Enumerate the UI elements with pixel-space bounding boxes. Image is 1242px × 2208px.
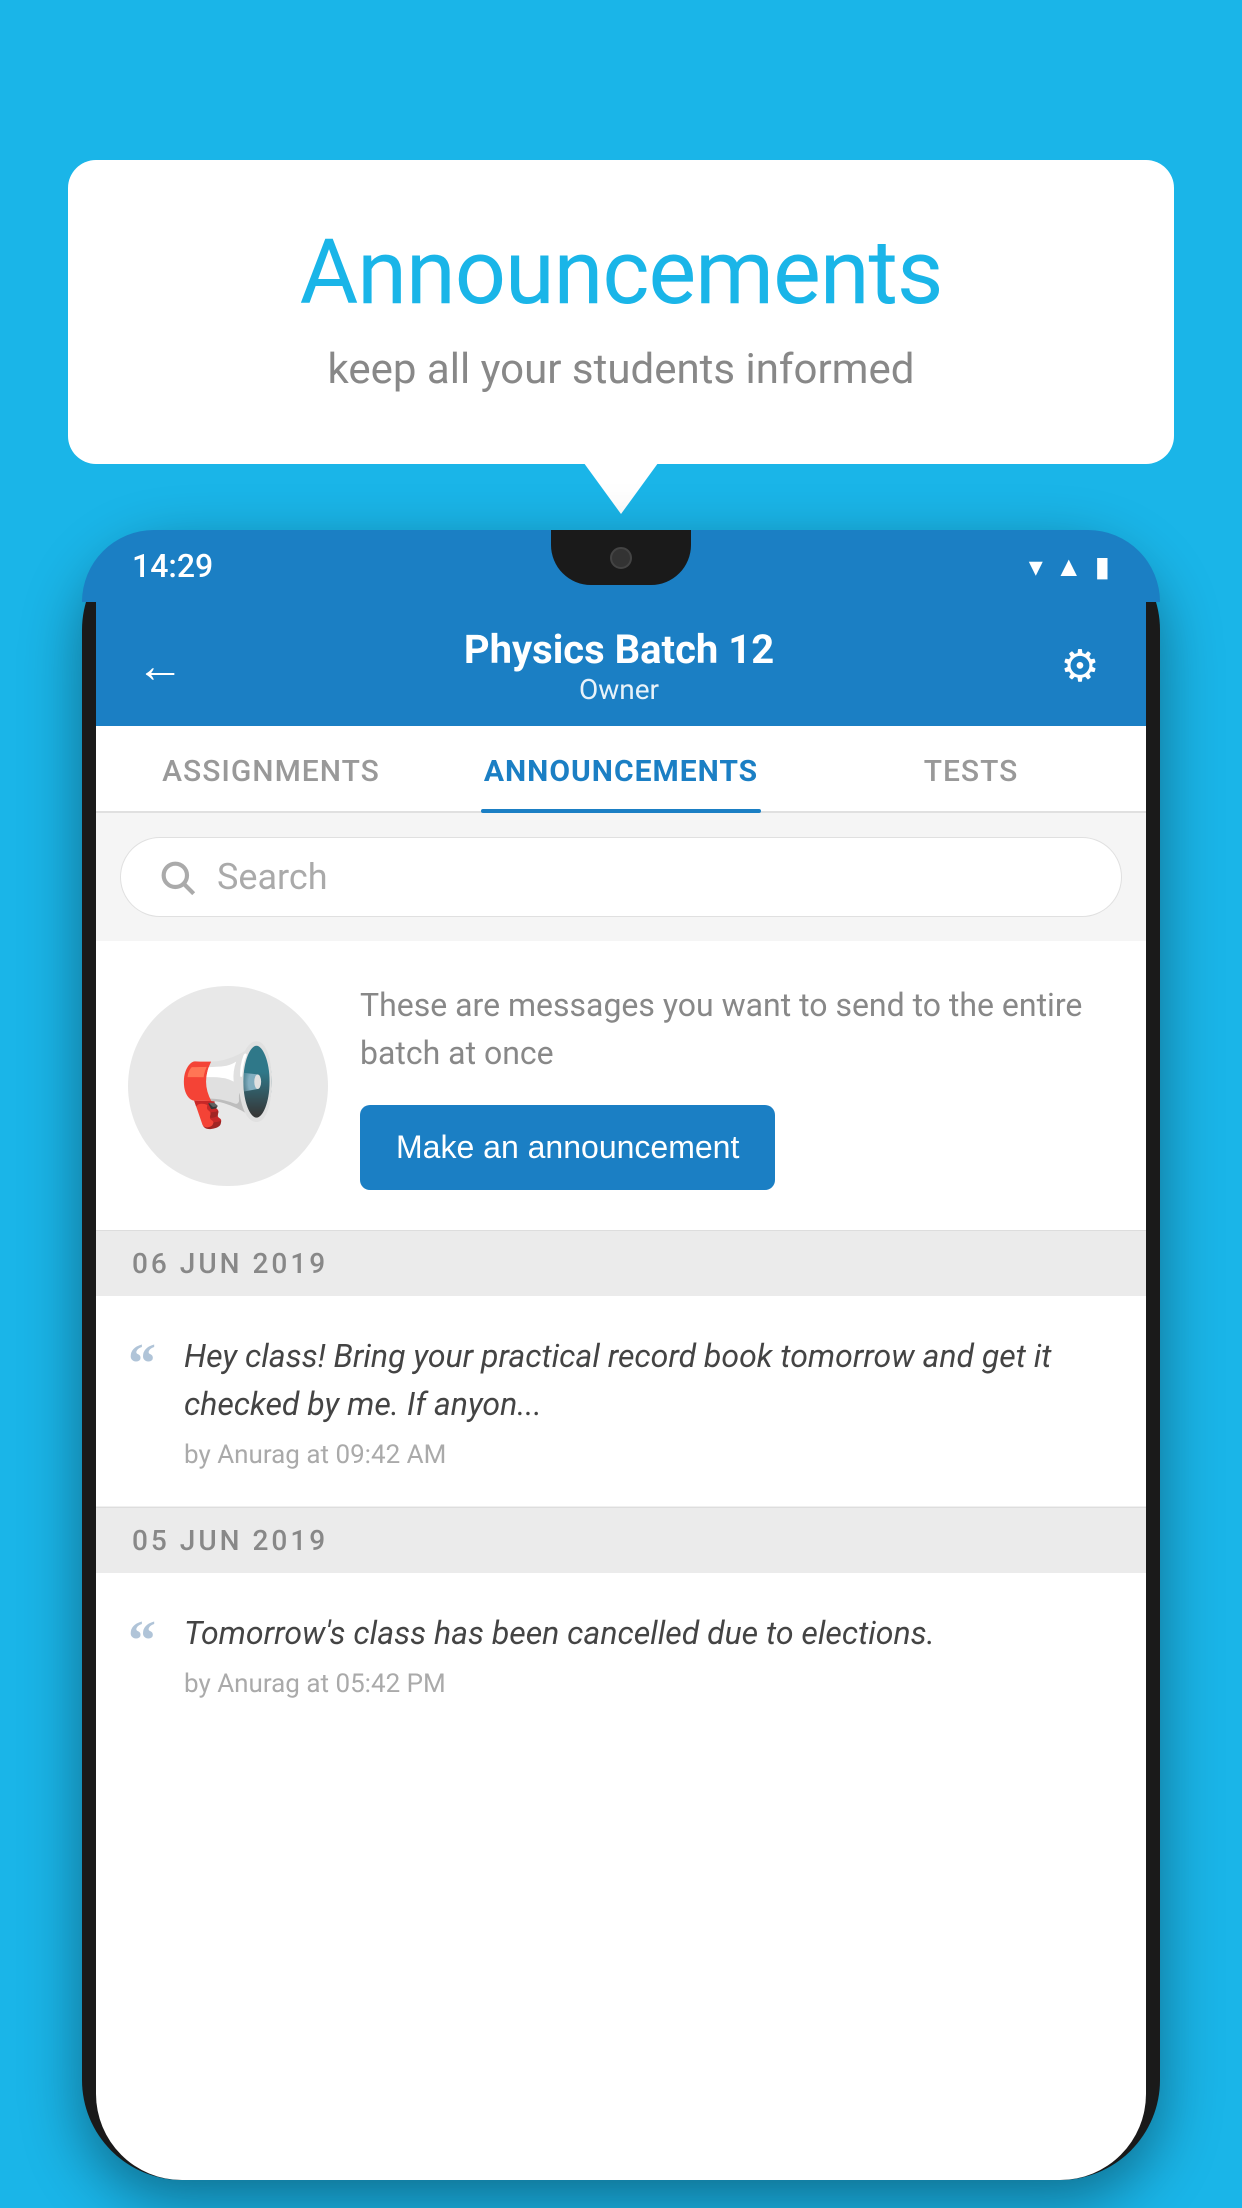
camera <box>610 547 632 569</box>
announcement-text-2: Tomorrow's class has been cancelled due … <box>184 1609 1114 1699</box>
phone-screen: ← Physics Batch 12 Owner ⚙ ASSIGNMENTS A… <box>96 602 1146 2180</box>
announcement-message-1: Hey class! Bring your practical record b… <box>184 1332 1114 1428</box>
back-button[interactable]: ← <box>136 642 184 690</box>
announcement-text-1: Hey class! Bring your practical record b… <box>184 1332 1114 1470</box>
speech-bubble-subtitle: keep all your students informed <box>148 345 1094 394</box>
battery-icon: ▮ <box>1095 550 1110 583</box>
tab-bar: ASSIGNMENTS ANNOUNCEMENTS TESTS <box>96 726 1146 813</box>
announcement-item-2[interactable]: “ Tomorrow's class has been cancelled du… <box>96 1573 1146 1735</box>
status-icons: ▾ ▲ ▮ <box>1029 550 1110 583</box>
announcement-message-2: Tomorrow's class has been cancelled due … <box>184 1609 1114 1657</box>
quote-icon-1: “ <box>128 1336 156 1392</box>
date-separator-1: 06 JUN 2019 <box>96 1230 1146 1296</box>
announce-description: These are messages you want to send to t… <box>360 981 1114 1077</box>
phone-frame: 14:29 ▾ ▲ ▮ ← Physics Batch 12 Owner ⚙ A… <box>82 530 1160 2180</box>
date-separator-2: 05 JUN 2019 <box>96 1507 1146 1573</box>
announcement-item-1[interactable]: “ Hey class! Bring your practical record… <box>96 1296 1146 1507</box>
header-title-group: Physics Batch 12 Owner <box>464 626 774 706</box>
status-bar: 14:29 ▾ ▲ ▮ <box>82 530 1160 602</box>
tab-announcements[interactable]: ANNOUNCEMENTS <box>446 726 796 811</box>
signal-icon: ▲ <box>1055 550 1083 583</box>
notch <box>551 530 691 585</box>
make-announcement-button[interactable]: Make an announcement <box>360 1105 775 1190</box>
batch-subtitle: Owner <box>464 673 774 706</box>
quote-icon-2: “ <box>128 1613 156 1669</box>
announcement-meta-1: by Anurag at 09:42 AM <box>184 1440 1114 1470</box>
megaphone-circle: 📢 <box>128 986 328 1186</box>
announce-right: These are messages you want to send to t… <box>360 981 1114 1190</box>
status-time: 14:29 <box>132 547 213 585</box>
announcement-meta-2: by Anurag at 05:42 PM <box>184 1669 1114 1699</box>
speech-bubble: Announcements keep all your students inf… <box>68 160 1174 464</box>
batch-title: Physics Batch 12 <box>464 626 774 673</box>
tab-assignments[interactable]: ASSIGNMENTS <box>96 726 446 811</box>
announcement-intro: 📢 These are messages you want to send to… <box>96 941 1146 1230</box>
speech-bubble-section: Announcements keep all your students inf… <box>68 160 1174 464</box>
wifi-icon: ▾ <box>1029 550 1043 583</box>
search-bar[interactable]: Search <box>120 837 1122 917</box>
app-header: ← Physics Batch 12 Owner ⚙ <box>96 602 1146 726</box>
search-placeholder: Search <box>217 856 328 898</box>
megaphone-icon: 📢 <box>178 1039 278 1133</box>
settings-icon[interactable]: ⚙ <box>1054 640 1106 692</box>
tab-tests[interactable]: TESTS <box>796 726 1146 811</box>
speech-bubble-title: Announcements <box>148 220 1094 325</box>
search-icon <box>157 857 197 897</box>
search-bar-container: Search <box>96 813 1146 941</box>
